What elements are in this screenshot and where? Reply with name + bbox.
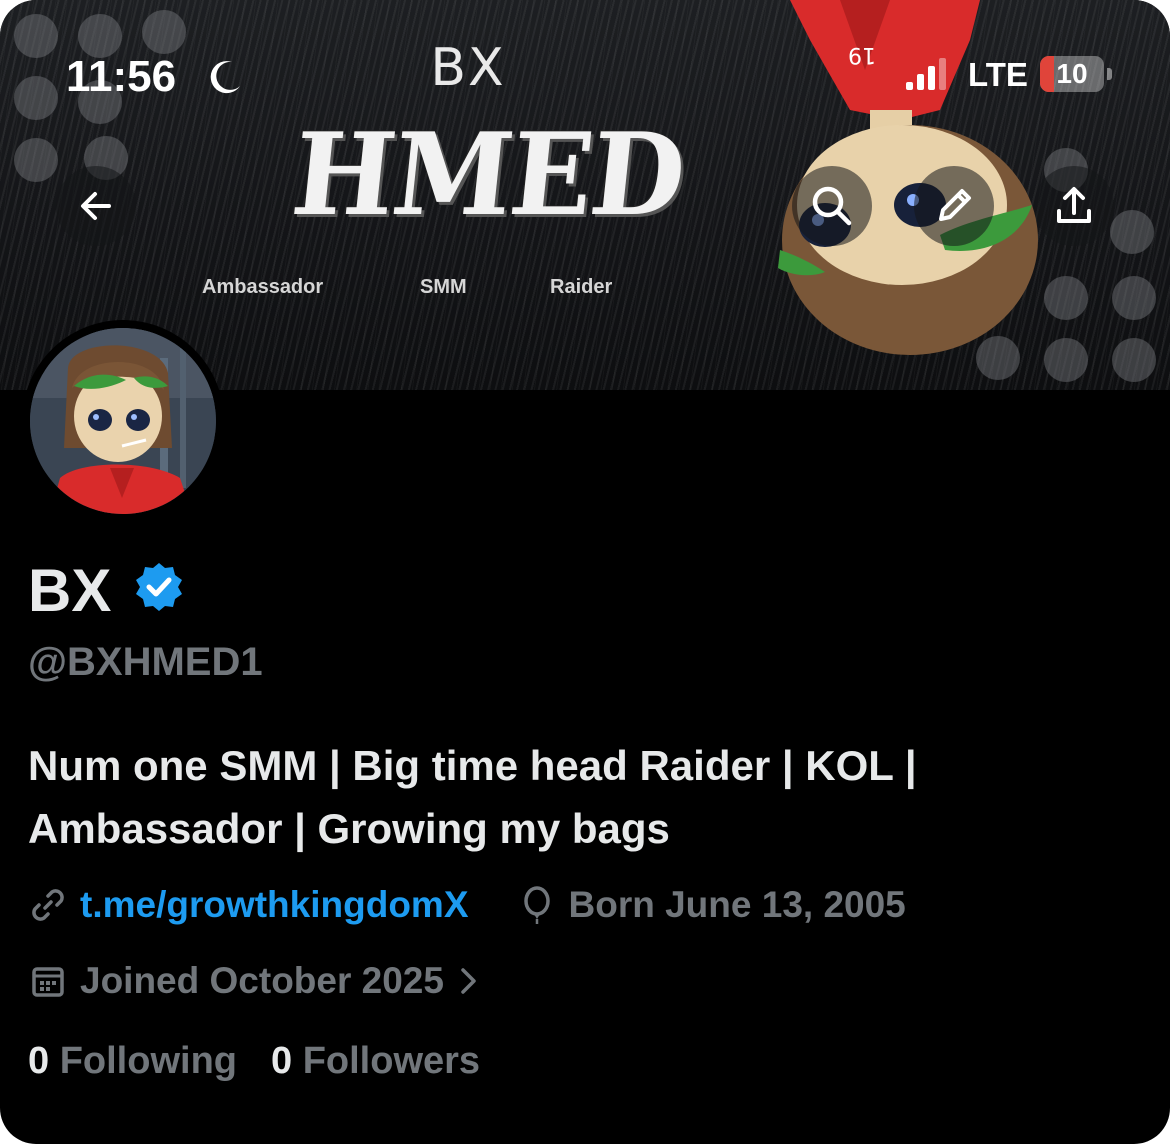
arrow-left-icon (81, 192, 111, 220)
battery-percent: 10 (1056, 58, 1088, 89)
verified-badge-icon[interactable] (132, 560, 186, 614)
followers-link[interactable]: 0 Followers (271, 1040, 480, 1083)
pencil-icon (939, 189, 971, 221)
banner-dot (1112, 276, 1156, 320)
banner-dot (1112, 338, 1156, 382)
profile-meta-row: t.me/growthkingdomX Born June 13, 2005 (28, 880, 906, 930)
share-button[interactable] (1034, 166, 1114, 246)
follow-stats: 0 Following 0 Followers (28, 1040, 480, 1083)
banner-dot (142, 10, 186, 54)
followers-count: 0 (271, 1040, 293, 1082)
profile-handle: @BXHMED1 (28, 640, 263, 684)
banner-dot (14, 76, 58, 120)
profile-name: BX (28, 557, 112, 624)
banner-brand-title: HMED (286, 108, 690, 242)
profile-joined-row[interactable]: Joined October 2025 (28, 956, 482, 1006)
search-button[interactable] (792, 166, 872, 246)
banner-dot (1044, 276, 1088, 320)
network-type: LTE (968, 56, 1028, 93)
avatar-character-art (30, 328, 216, 514)
banner-dot (1110, 210, 1154, 254)
share-icon (1057, 187, 1091, 223)
calendar-icon (32, 967, 64, 997)
chevron-right-icon (461, 968, 476, 994)
bio-line: Num one SMM | Big time head Raider | KOL… (28, 742, 917, 789)
following-link[interactable]: 0 Following (28, 1040, 237, 1083)
profile-link[interactable]: t.me/growthkingdomX (80, 884, 469, 926)
profile-bio: Num one SMM | Big time head Raider | KOL… (28, 734, 1128, 860)
signal-icon (906, 58, 946, 90)
bio-line: Ambassador | Growing my bags (28, 805, 670, 852)
banner-dot (14, 14, 58, 58)
banner-tag-ambassador: Ambassador (202, 276, 324, 298)
status-time: 11:56 (66, 52, 177, 101)
banner-tag-smm: SMM (420, 276, 467, 298)
following-count: 0 (28, 1040, 50, 1082)
svg-text:19: 19 (848, 42, 876, 67)
avatar-image (30, 328, 216, 514)
banner-dot (1044, 338, 1088, 382)
moon-icon (210, 61, 240, 94)
profile-birthday: Born June 13, 2005 (568, 884, 906, 925)
profile-screen: BX HMED Ambassador SMM Raider 19 11:56 L… (0, 0, 1170, 1144)
profile-avatar[interactable] (22, 320, 224, 522)
balloon-icon (523, 886, 550, 924)
banner-tag-raider: Raider (550, 276, 613, 298)
search-icon (812, 186, 852, 226)
back-button[interactable] (56, 166, 136, 246)
link-icon (32, 889, 64, 921)
followers-label: Followers (302, 1040, 481, 1082)
battery-indicator: 10 (1040, 56, 1104, 92)
banner-brand-small: BX (430, 38, 506, 98)
edit-button[interactable] (914, 166, 994, 246)
profile-banner[interactable]: BX HMED Ambassador SMM Raider 19 11:56 L… (0, 0, 1170, 390)
battery-nub (1107, 68, 1112, 80)
banner-dot (14, 138, 58, 182)
following-label: Following (59, 1040, 237, 1082)
profile-joined: Joined October 2025 (80, 960, 444, 1001)
